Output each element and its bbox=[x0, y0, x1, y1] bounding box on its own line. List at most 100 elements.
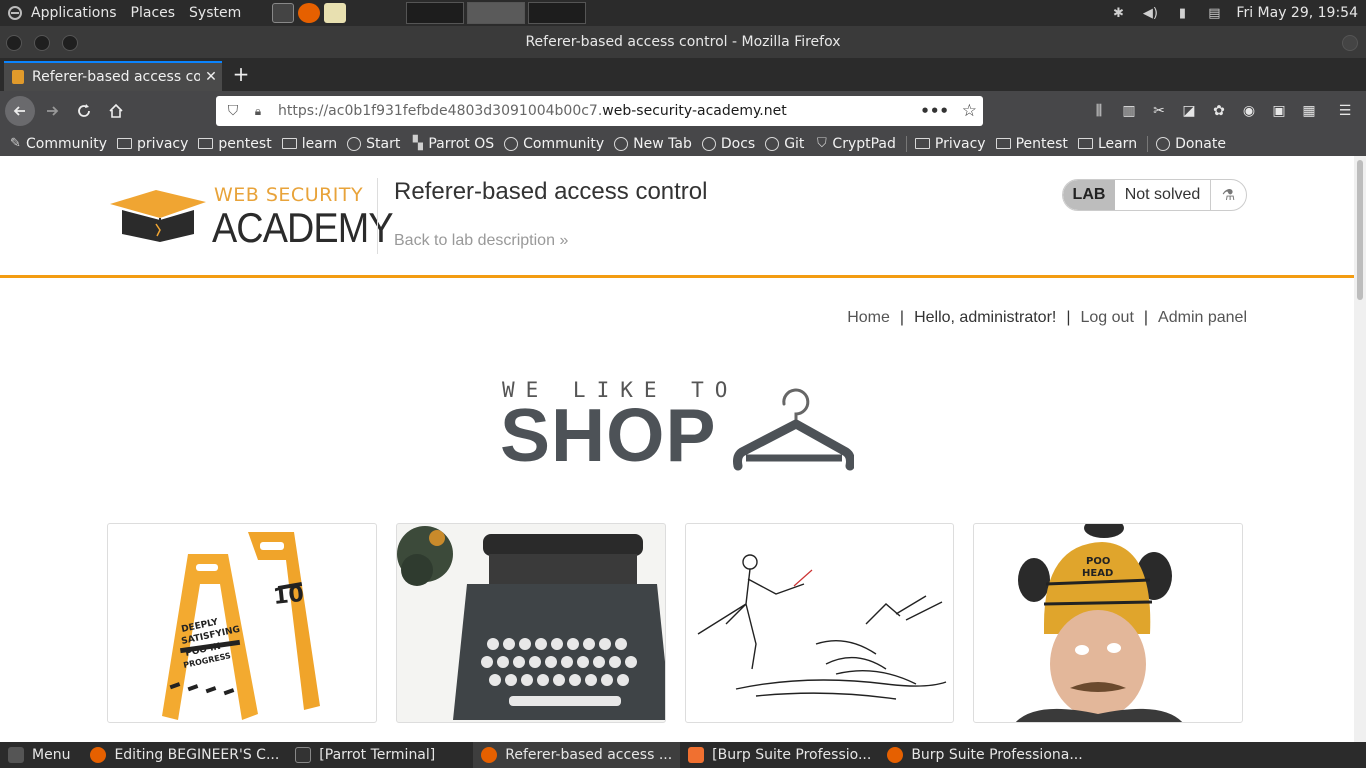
hat-text: POO bbox=[1086, 556, 1110, 567]
clipboard-icon[interactable]: ▤ bbox=[1204, 4, 1224, 22]
banner-title: SHOP bbox=[500, 393, 717, 477]
bookmark-separator bbox=[905, 135, 907, 152]
window-maximize-button[interactable] bbox=[62, 35, 78, 51]
folder-icon bbox=[281, 138, 297, 149]
sidebar-icon[interactable]: ▥ bbox=[1118, 100, 1140, 122]
product-card[interactable]: DEEPLY SATISFYING POO IN PROGRESS 10 bbox=[107, 523, 377, 723]
clock[interactable]: Fri May 29, 19:54 bbox=[1236, 5, 1358, 21]
home-button[interactable] bbox=[101, 96, 131, 126]
bookmark-pentest-folder-2[interactable]: Pentest bbox=[995, 136, 1068, 152]
taskbar-item-terminal[interactable]: [Parrot Terminal] bbox=[287, 742, 443, 768]
taskbar-item-referer-lab[interactable]: Referer-based access ... bbox=[473, 742, 681, 768]
bookmark-privacy-folder[interactable]: privacy bbox=[117, 136, 188, 152]
taskbar-label: Referer-based access ... bbox=[505, 747, 673, 763]
bookmark-cryptpad[interactable]: ⛉ CryptPad bbox=[814, 136, 896, 152]
tab-active[interactable]: Referer-based access co ✕ bbox=[4, 61, 222, 91]
bluetooth-icon[interactable]: ✱ bbox=[1108, 4, 1128, 22]
bookmark-pentest-folder[interactable]: pentest bbox=[198, 135, 272, 152]
extension-icon[interactable]: ✿ bbox=[1208, 100, 1230, 122]
svg-text:HEAD: HEAD bbox=[1082, 568, 1113, 579]
logout-link[interactable]: Log out bbox=[1081, 309, 1134, 327]
hamburger-menu-icon[interactable]: ☰ bbox=[1334, 100, 1356, 122]
product-image-typewriter bbox=[396, 526, 665, 720]
taskbar-item-burp-firefox[interactable]: Burp Suite Professiona... bbox=[879, 742, 1090, 768]
toolbar-right: ⫼ ▥ ✂ ◪ ✿ ◉ ▣ ▦ ☰ bbox=[1084, 91, 1366, 131]
workspace-1[interactable] bbox=[406, 2, 465, 24]
terminal-launcher-icon[interactable] bbox=[272, 3, 295, 23]
bookmark-learn-folder[interactable]: learn bbox=[281, 136, 337, 152]
back-to-lab-description-link[interactable]: Back to lab description » bbox=[394, 232, 568, 250]
bookmark-donate[interactable]: Donate bbox=[1156, 136, 1226, 152]
desktop-taskbar: Menu Editing BEGINEER'S C... [Parrot Ter… bbox=[0, 742, 1366, 768]
page-scrollbar[interactable] bbox=[1354, 156, 1366, 742]
window-menu-button[interactable] bbox=[1342, 35, 1358, 51]
lock-icon[interactable]: 🔒︎ bbox=[248, 104, 268, 119]
system-tray: ✱ ◀) ▮ ▤ Fri May 29, 19:54 bbox=[1102, 0, 1366, 26]
tab-strip: Referer-based access co ✕ + bbox=[0, 58, 1366, 91]
text-editor-launcher-icon[interactable] bbox=[324, 3, 347, 23]
places-menu[interactable]: Places bbox=[124, 0, 183, 26]
applications-menu[interactable]: Applications bbox=[0, 0, 124, 26]
logo-text-top: WEB SECURITY bbox=[214, 184, 364, 206]
reload-button[interactable] bbox=[69, 96, 99, 126]
bookmark-label: New Tab bbox=[633, 135, 692, 152]
home-icon bbox=[109, 103, 123, 118]
account-navigation: Home | Hello, administrator! | Log out |… bbox=[847, 309, 1247, 327]
workspace-3[interactable] bbox=[528, 2, 587, 24]
network-signal-icon[interactable]: ▮ bbox=[1172, 4, 1192, 22]
ublock-icon[interactable]: ◪ bbox=[1178, 100, 1200, 122]
firefox-icon bbox=[887, 747, 904, 763]
url-text[interactable]: https://ac0b1f931fefbde4803d3091004b00c7… bbox=[278, 103, 787, 119]
new-tab-button[interactable]: + bbox=[230, 63, 252, 85]
bookmark-star-icon[interactable]: ☆ bbox=[962, 101, 977, 121]
product-image-poo-head-hat: POO HEAD bbox=[1016, 524, 1183, 722]
system-menu[interactable]: System bbox=[182, 0, 248, 26]
volume-icon[interactable]: ◀) bbox=[1140, 4, 1160, 22]
library-icon[interactable]: ⫼ bbox=[1088, 100, 1110, 122]
bookmark-learn-folder-2[interactable]: Learn bbox=[1077, 136, 1137, 152]
page-actions-icon[interactable]: ••• bbox=[920, 102, 949, 120]
taskbar-label: Burp Suite Professiona... bbox=[911, 747, 1083, 763]
taskbar-menu-button[interactable]: Menu bbox=[0, 742, 78, 768]
back-arrow-icon bbox=[13, 106, 25, 116]
window-close-button[interactable] bbox=[6, 35, 22, 51]
web-security-academy-logo[interactable]: WEB SECURITY ACADEMY bbox=[108, 184, 394, 251]
screenshot-icon[interactable]: ✂ bbox=[1148, 100, 1170, 122]
lab-status-widget: LAB Not solved ⚗ bbox=[1062, 179, 1247, 211]
globe-icon bbox=[504, 136, 519, 151]
firefox-icon bbox=[90, 747, 107, 763]
bookmark-start[interactable]: Start bbox=[347, 136, 400, 152]
tab-close-icon[interactable]: ✕ bbox=[200, 69, 222, 85]
extensions-grid-icon[interactable]: ▦ bbox=[1298, 100, 1320, 122]
double-chevron-icon: » bbox=[559, 232, 569, 249]
admin-panel-link[interactable]: Admin panel bbox=[1158, 309, 1247, 327]
account-icon[interactable]: ◉ bbox=[1238, 100, 1260, 122]
product-card[interactable]: POO HEAD bbox=[973, 523, 1243, 723]
bookmark-privacy-folder-2[interactable]: Privacy bbox=[914, 136, 986, 152]
tracking-shield-icon[interactable]: ⛉ bbox=[222, 103, 244, 119]
bookmark-new-tab[interactable]: New Tab bbox=[614, 136, 692, 152]
product-card[interactable] bbox=[395, 523, 666, 723]
taskbar-item-editing[interactable]: Editing BEGINEER'S C... bbox=[82, 742, 287, 768]
bookmark-git[interactable]: Git bbox=[765, 136, 804, 152]
logo-text-bottom: ACADEMY bbox=[212, 204, 394, 251]
applications-label: Applications bbox=[31, 5, 117, 21]
workspace-2[interactable] bbox=[467, 2, 526, 24]
home-link[interactable]: Home bbox=[847, 309, 890, 327]
desktop-top-panel: Applications Places System ✱ ◀) ▮ ▤ Fri … bbox=[0, 0, 1366, 26]
taskbar-item-burp-suite[interactable]: [Burp Suite Professio... bbox=[680, 742, 879, 768]
bookmark-parrot-os[interactable]: ▚ Parrot OS bbox=[410, 136, 494, 152]
bookmark-docs[interactable]: Docs bbox=[701, 136, 755, 152]
back-button[interactable] bbox=[5, 96, 35, 126]
forward-button[interactable] bbox=[37, 96, 67, 126]
container-icon[interactable]: ▣ bbox=[1268, 100, 1290, 122]
firefox-launcher-icon[interactable] bbox=[298, 3, 321, 23]
window-minimize-button[interactable] bbox=[34, 35, 50, 51]
scrollbar-thumb[interactable] bbox=[1357, 160, 1363, 300]
product-card[interactable] bbox=[684, 523, 955, 723]
bookmark-community[interactable]: ✎ Community bbox=[8, 136, 107, 152]
shop-banner: WE LIKE TO SHOP bbox=[500, 378, 860, 477]
url-bar[interactable]: ⛉ 🔒︎ https://ac0b1f931fefbde4803d3091004… bbox=[216, 96, 983, 126]
bookmark-label: pentest bbox=[218, 135, 272, 152]
bookmark-community-2[interactable]: Community bbox=[504, 136, 604, 152]
